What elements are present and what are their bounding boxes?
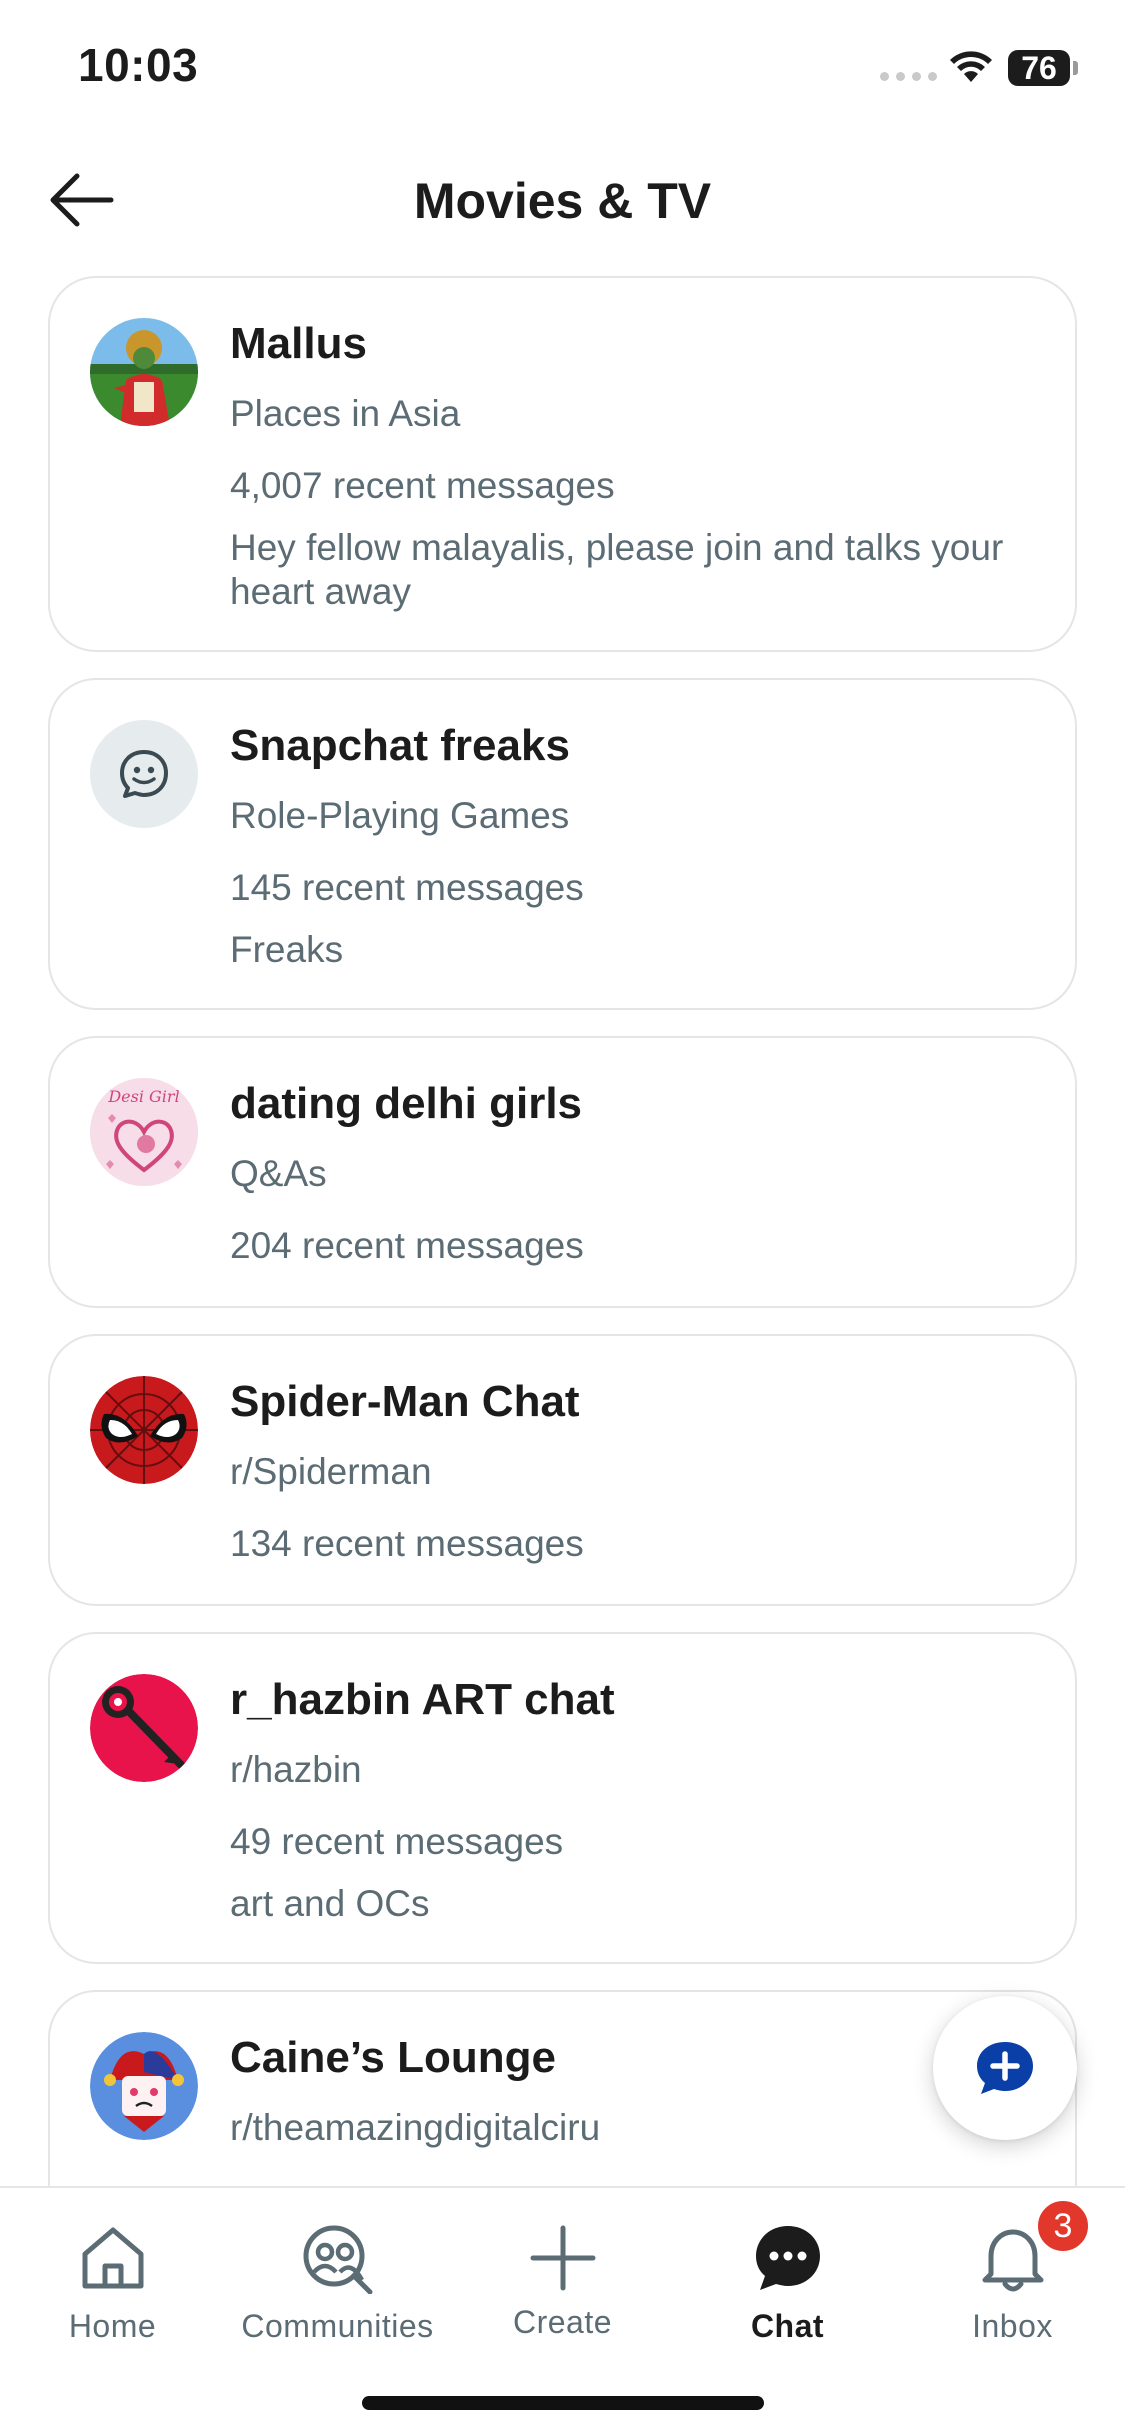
chat-category: r/hazbin: [230, 1749, 362, 1790]
chat-name: Spider-Man Chat: [230, 1377, 580, 1426]
chat-category: Role-Playing Games: [230, 795, 570, 836]
nav-item-chat[interactable]: Chat: [675, 2208, 900, 2358]
avatar: [90, 2032, 198, 2140]
battery-icon: 76: [1008, 50, 1070, 86]
recent-messages-count: 134 recent messages: [230, 1523, 584, 1564]
status-time: 10:03: [78, 39, 199, 91]
chat-description: art and OCs: [230, 1883, 430, 1924]
avatar: [90, 1376, 198, 1484]
chat-card-snapchat-freaks[interactable]: Snapchat freaks Role-Playing Games 145 r…: [48, 678, 1077, 1010]
chat-name: Caine’s Lounge: [230, 2033, 556, 2082]
chat-smile-icon: [120, 750, 168, 798]
chat-name: Snapchat freaks: [230, 721, 570, 770]
chat-name: r_hazbin ART chat: [230, 1675, 615, 1724]
new-chat-button[interactable]: [933, 1996, 1077, 2140]
chat-name: Mallus: [230, 319, 367, 368]
chat-card-mallus[interactable]: Mallus Places in Asia 4,007 recent messa…: [48, 276, 1077, 652]
inbox-badge: 3: [1035, 2198, 1091, 2254]
wifi-icon: [950, 51, 992, 82]
chat-card-caines-lounge[interactable]: Caine’s Lounge r/theamazingdigitalciru: [48, 1990, 1077, 2186]
cellular-signal-icon: [880, 72, 937, 81]
chat-channel-list[interactable]: Mallus Places in Asia 4,007 recent messa…: [48, 276, 1077, 2186]
home-icon: [73, 2218, 153, 2298]
status-bar: 10:03 76: [0, 0, 1125, 130]
chat-plus-icon: [977, 2042, 1033, 2094]
chat-description: Freaks: [230, 929, 344, 970]
chat-category: r/theamazingdigitalciru: [230, 2107, 601, 2148]
chat-name: dating delhi girls: [230, 1079, 583, 1128]
avatar: [90, 720, 198, 828]
communities-icon: [298, 2218, 378, 2298]
nav-label: Inbox: [972, 2308, 1053, 2344]
chat-category: Q&As: [230, 1153, 327, 1194]
screen: 10:03 76 Movies & TV Mallus Places in As…: [0, 0, 1125, 2436]
home-indicator: [362, 2396, 764, 2410]
nav-item-create[interactable]: Create: [450, 2208, 675, 2358]
header: Movies & TV: [0, 150, 1125, 250]
chat-category: Places in Asia: [230, 393, 461, 434]
nav-label: Home: [68, 2308, 157, 2344]
chat-description: Hey fellow malayalis, please join and ta…: [230, 527, 1004, 612]
chat-card-dating-delhi-girls[interactable]: Desi Girl dating delhi girls Q&As 204 re…: [48, 1036, 1077, 1308]
nav-label: Communities: [241, 2308, 434, 2344]
avatar: [90, 318, 198, 426]
battery-tip: [1073, 61, 1078, 75]
nav-item-home[interactable]: Home: [0, 2208, 225, 2358]
recent-messages-count: 145 recent messages: [230, 867, 584, 908]
page-title: Movies & TV: [413, 173, 712, 229]
chat-card-r-hazbin-art[interactable]: r_hazbin ART chat r/hazbin 49 recent mes…: [48, 1632, 1077, 1964]
chat-card-spider-man[interactable]: Spider-Man Chat r/Spiderman 134 recent m…: [48, 1334, 1077, 1606]
avatar: [90, 1674, 198, 1782]
recent-messages-count: 4,007 recent messages: [230, 465, 615, 506]
nav-item-inbox[interactable]: Inbox: [900, 2208, 1125, 2358]
recent-messages-count: 204 recent messages: [230, 1225, 584, 1266]
chat-category: r/Spiderman: [230, 1451, 432, 1492]
plus-icon: [523, 2218, 603, 2298]
chat-bubble-icon: [748, 2218, 828, 2298]
avatar: Desi Girl: [90, 1078, 198, 1186]
avatar-text: Desi Girl: [107, 1087, 179, 1106]
nav-label: Create: [512, 2304, 613, 2340]
nav-item-communities[interactable]: Communities: [225, 2208, 450, 2358]
nav-label: Chat: [750, 2308, 825, 2344]
recent-messages-count: 49 recent messages: [230, 1821, 564, 1862]
